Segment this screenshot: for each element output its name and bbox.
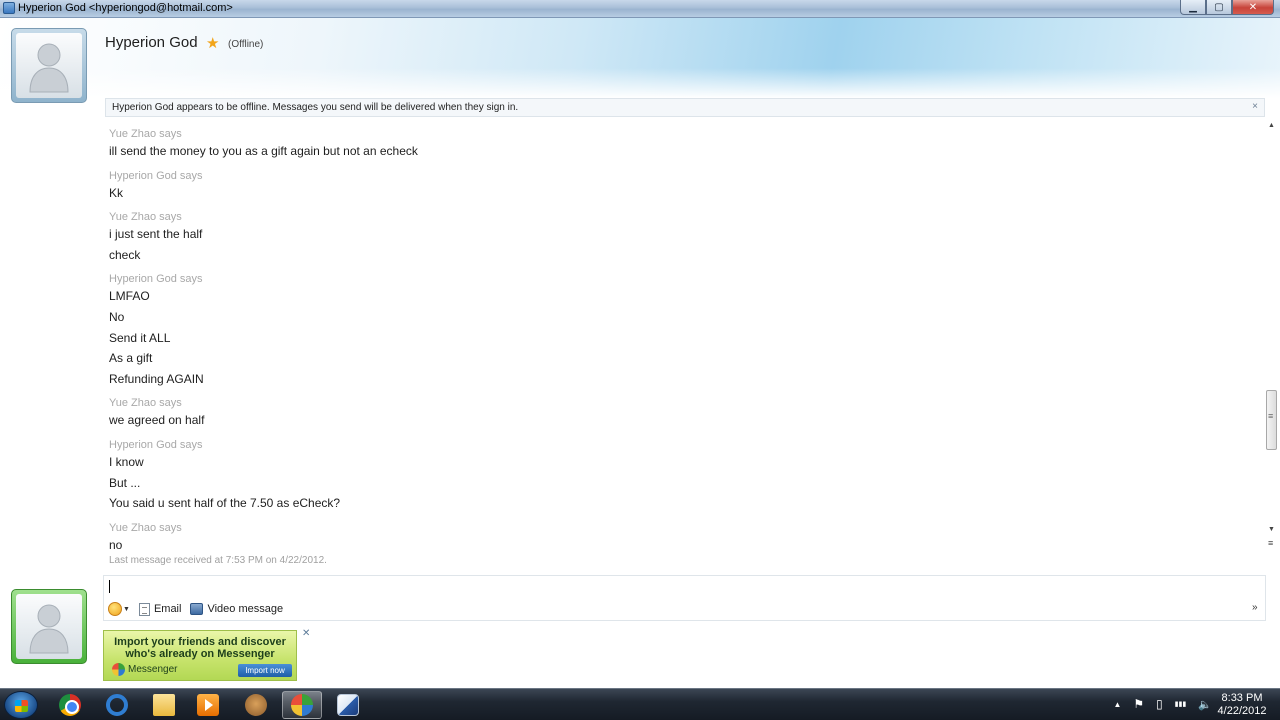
message-text: i just sent the half	[109, 227, 203, 242]
message-text: As a gift	[109, 351, 153, 366]
folder-icon	[153, 694, 175, 716]
taskbar-gimp[interactable]	[236, 691, 276, 719]
ad-headline-1: Import your friends and discover	[114, 636, 286, 648]
my-avatar[interactable]	[11, 589, 87, 664]
text-caret	[109, 580, 110, 593]
maximize-button[interactable]: ▢	[1206, 0, 1232, 15]
sender-label: Hyperion God says	[109, 273, 203, 286]
scroll-end-icon[interactable]: ≡	[1268, 538, 1273, 548]
taskbar-paint[interactable]	[328, 691, 368, 719]
window-title: Hyperion God <hyperiongod@hotmail.com>	[18, 2, 233, 14]
conversation-history: Yue Zhao says ill send the money to you a…	[105, 120, 1265, 572]
window-controls: ▁ ▢ ✕	[1180, 0, 1274, 16]
messenger-icon	[291, 694, 313, 716]
taskbar: ▲ ⚑ ▯ ▮▮▮ 🔈 8:33 PM 4/22/2012	[0, 688, 1280, 720]
video-icon	[190, 603, 204, 615]
ad-headline-2: who's already on Messenger	[125, 648, 275, 660]
close-button[interactable]: ✕	[1232, 0, 1274, 15]
offline-notice-text: Hyperion God appears to be offline. Mess…	[112, 102, 519, 113]
network-icon[interactable]: ▮▮▮	[1175, 700, 1187, 708]
ad-brand: Messenger	[112, 663, 177, 676]
compose-toolbar: ▼ Email Video message	[105, 600, 292, 618]
sender-label: Yue Zhao says	[109, 397, 182, 410]
taskbar-messenger[interactable]	[282, 691, 322, 719]
message-text: we agreed on half	[109, 413, 205, 428]
clock-date: 4/22/2012	[1217, 705, 1267, 717]
import-now-button[interactable]: Import now	[238, 664, 292, 677]
start-button[interactable]	[4, 691, 38, 719]
contact-status: (Offline)	[228, 39, 264, 50]
close-notice-icon[interactable]: ×	[1252, 101, 1258, 112]
message-text: LMFAO	[109, 289, 150, 304]
message-text: No	[109, 310, 125, 324]
paint-icon	[337, 694, 359, 716]
sender-label: Hyperion God says	[109, 439, 203, 451]
video-message-label: Video message	[207, 603, 284, 615]
import-friends-ad[interactable]: Import your friends and discover who's a…	[103, 630, 297, 681]
message-text: You said u sent half of the 7.50 as eChe…	[109, 496, 341, 511]
message-text: Send it ALL	[109, 330, 171, 345]
contact-name[interactable]: Hyperion God	[105, 34, 198, 51]
user-silhouette-icon	[16, 594, 82, 659]
last-message-timestamp: Last message received at 7:53 PM on 4/22…	[109, 555, 327, 567]
chevron-down-icon: ▼	[123, 605, 130, 613]
emoticon-icon	[108, 602, 122, 616]
sender-label: Yue Zhao says	[109, 128, 182, 140]
clock-time: 8:33 PM	[1221, 692, 1263, 704]
ad-brand-label: Messenger	[128, 664, 178, 675]
message-text: no	[109, 537, 123, 552]
gimp-icon	[245, 694, 267, 716]
show-hidden-icons-icon[interactable]: ▲	[1113, 700, 1121, 709]
taskbar-internet-explorer[interactable]	[97, 691, 137, 719]
email-label: Email	[153, 603, 182, 615]
emoticon-button[interactable]: ▼	[105, 602, 130, 616]
scroll-up-icon[interactable]: ▲	[1268, 122, 1275, 129]
close-ad-icon[interactable]: ✕	[302, 628, 310, 639]
power-icon[interactable]: ▯	[1156, 697, 1163, 711]
chrome-icon	[59, 694, 81, 716]
message-text: I know	[109, 455, 144, 469]
sender-label: Yue Zhao says	[109, 521, 182, 534]
user-silhouette-icon	[16, 33, 82, 98]
windows-logo-icon	[15, 700, 28, 712]
messenger-window-icon	[3, 2, 15, 14]
scrollbar-thumb[interactable]	[1266, 390, 1277, 450]
taskbar-media-player[interactable]	[188, 691, 228, 719]
title-bar: Hyperion God <hyperiongod@hotmail.com> ▁…	[0, 0, 1280, 18]
volume-icon[interactable]: 🔈	[1198, 698, 1212, 711]
message-text: Kk	[109, 185, 124, 200]
action-center-flag-icon[interactable]: ⚑	[1133, 697, 1144, 711]
video-message-button[interactable]: Video message	[190, 603, 283, 615]
sender-label: Yue Zhao says	[109, 211, 182, 224]
email-icon	[138, 602, 150, 616]
media-player-icon	[197, 694, 219, 716]
email-button[interactable]: Email	[138, 602, 182, 616]
message-text: ill send the money to you as a gift agai…	[109, 144, 418, 158]
offline-notice-bar: Hyperion God appears to be offline. Mess…	[105, 98, 1265, 117]
taskbar-chrome[interactable]	[50, 691, 90, 719]
message-text: Refunding AGAIN	[109, 371, 204, 386]
more-options-icon[interactable]: »	[1252, 602, 1258, 613]
message-text: check	[109, 247, 141, 262]
clock[interactable]: 8:33 PM 4/22/2012	[1214, 692, 1270, 718]
taskbar-explorer[interactable]	[144, 691, 184, 719]
header-background	[0, 18, 1280, 98]
scroll-down-icon[interactable]: ▼	[1268, 526, 1275, 533]
contact-avatar[interactable]	[11, 28, 87, 103]
conversation-scrollbar[interactable]: ▲ ▼ ≡	[1266, 120, 1278, 550]
internet-explorer-icon	[106, 694, 128, 716]
messenger-logo-icon	[112, 663, 125, 676]
sender-label: Hyperion God says	[109, 169, 203, 182]
system-tray: ▲ ⚑ ▯ ▮▮▮ 🔈	[1101, 697, 1212, 711]
message-text: But ...	[109, 475, 141, 490]
star-icon[interactable]: ★	[206, 34, 219, 52]
minimize-button[interactable]: ▁	[1180, 0, 1206, 15]
